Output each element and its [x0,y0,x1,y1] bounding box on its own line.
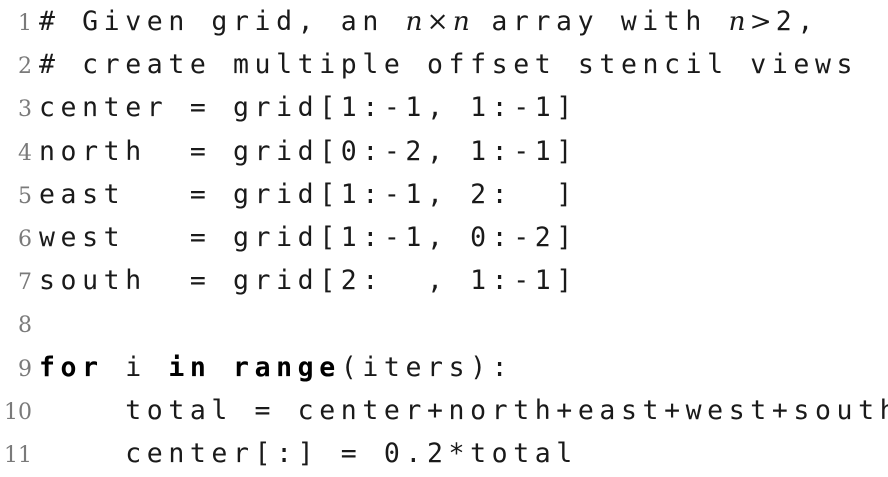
line-number: 6 [18,226,32,252]
keyword-in: in [168,351,212,383]
code-line-3: 3 center = grid[1:-1, 1:-1] [0,86,888,129]
line-number: 3 [18,97,32,123]
code-listing: 1 # Given grid, an n × n array with n >2, 2 #… [0,0,888,475]
code-text: 2, [775,6,819,37]
keyword-range: range [233,351,341,383]
line-number: 5 [18,183,32,209]
code-text: south = grid[2: , 1:-1] [39,265,578,297]
code-line-8: 8 [0,302,888,345]
line-number: 9 [18,356,32,382]
code-text: # create multiple offset stencil views [39,49,859,81]
line-number: 4 [18,140,32,166]
code-line-7: 7 south = grid[2: , 1:-1] [0,259,888,302]
math-n: n [405,6,423,37]
code-text: i [103,351,169,383]
line-number: 8 [18,313,32,339]
code-line-6: 6 west = grid[1:-1, 0:-2] [0,216,888,259]
code-text: # Given grid, an [39,6,406,37]
line-number: 10 [4,399,32,425]
keyword-for: for [39,351,104,383]
code-text: array with [469,6,729,37]
line-number: 1 [18,11,32,36]
code-text: east = grid[1:-1, 2: ] [39,178,578,210]
code-line-1: 1 # Given grid, an n × n array with n >2, [0,0,888,43]
code-text: north = grid[0:-2, 1:-1] [39,135,578,167]
code-line-11: 11 center[:] = 0.2*total [0,432,888,475]
code-line-4: 4 north = grid[0:-2, 1:-1] [0,130,888,173]
math-times: × [426,6,449,37]
line-number: 11 [4,442,32,468]
code-text: center[:] = 0.2*total [39,437,578,469]
code-line-5: 5 east = grid[1:-1, 2: ] [0,173,888,216]
code-text: (iters): [340,351,514,383]
math-n: n [452,6,470,37]
code-text: total = center+north+east+west+south [39,394,888,426]
code-line-2: 2 # create multiple offset stencil views [0,43,888,86]
code-text: center = grid[1:-1, 1:-1] [39,92,578,124]
code-line-9: 9 for i in range(iters): [0,346,888,389]
code-line-10: 10 total = center+north+east+west+south [0,389,888,432]
line-number: 2 [18,54,32,80]
math-n: n [728,6,746,37]
code-text: west = grid[1:-1, 0:-2] [39,221,578,253]
line-number: 7 [18,270,32,296]
math-greater-than: > [749,6,772,37]
